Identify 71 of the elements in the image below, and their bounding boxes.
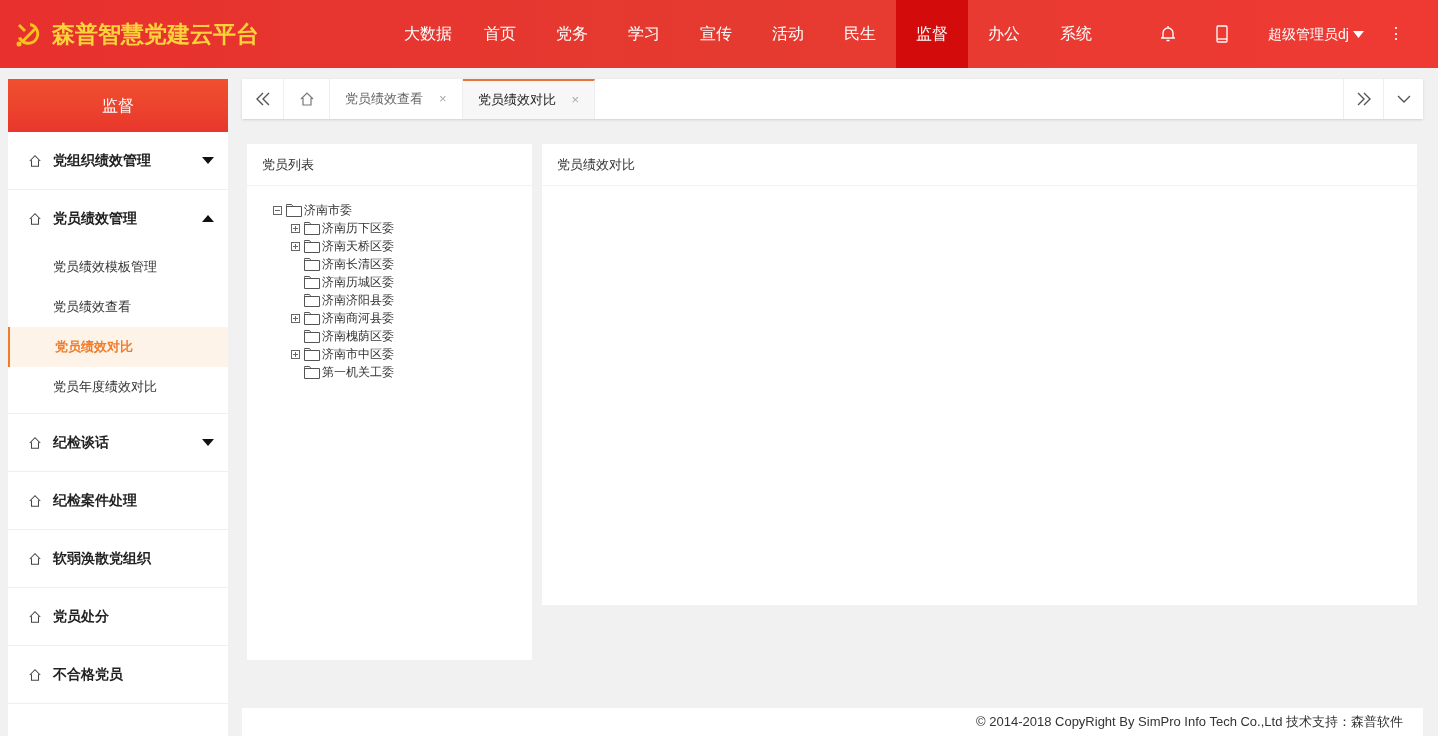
panel-title: 党员绩效对比 [542,144,1417,186]
nav-tab[interactable]: 大数据 [392,0,464,68]
menu-group[interactable]: 党员绩效管理 [8,190,228,247]
submenu-item[interactable]: 党员绩效模板管理 [8,247,228,287]
expand-icon[interactable] [291,223,300,233]
home-icon [28,609,42,624]
menu-group[interactable]: 纪检谈话 [8,414,228,471]
folder-icon [304,293,320,307]
tree-node-label[interactable]: 济南市委 [304,201,352,219]
expand-icon[interactable] [291,349,300,359]
folder-icon [304,365,320,379]
chevron-down-icon [1396,95,1411,103]
more-button[interactable]: ⋮ [1387,22,1404,46]
nav-tab[interactable]: 民生 [824,0,896,68]
folder-icon [304,221,320,235]
tree-node-label[interactable]: 济南历下区委 [322,219,394,237]
tab-label: 党员绩效查看 [345,90,423,109]
page-tab[interactable]: 党员绩效对比 × [462,79,596,119]
menu-group[interactable]: 纪检案件处理 [8,472,228,529]
folder-icon [304,275,320,289]
copyright-text: © 2014-2018 CopyRight By SimPro Info Tech Co.,Ltd 技术支持：森普软件 [976,713,1403,732]
user-menu[interactable]: 超级管理员dj [1268,23,1364,45]
double-left-icon [255,92,270,106]
tree-node-label[interactable]: 第一机关工委 [322,363,394,381]
panel-title: 党员列表 [247,144,532,186]
app-title: 森普智慧党建云平台 [52,19,259,49]
tree-node-label[interactable]: 济南济阳县委 [322,291,394,309]
nav-tab[interactable]: 办公 [968,0,1040,68]
tree-node-label[interactable]: 济南槐荫区委 [322,327,394,345]
nav-tab[interactable]: 系统 [1040,0,1112,68]
tree-node-label[interactable]: 济南天桥区委 [322,237,394,255]
menu-group[interactable]: 软弱涣散党组织 [8,530,228,587]
tree-node-label[interactable]: 济南市中区委 [322,345,394,363]
home-icon [28,551,42,566]
nav-tab[interactable]: 活动 [752,0,824,68]
home-icon [28,211,42,226]
menu-group[interactable]: 党员处分 [8,588,228,645]
nav-tab[interactable]: 首页 [464,0,536,68]
nav-tab[interactable]: 宣传 [680,0,752,68]
menu-group[interactable]: 不合格党员 [8,646,228,703]
tree-node-label[interactable]: 济南历城区委 [322,273,394,291]
double-right-icon [1356,92,1371,106]
collapse-icon[interactable] [273,205,282,215]
folder-icon [304,239,320,253]
tree-node-label[interactable]: 济南商河县委 [322,309,394,327]
sidebar-title: 监督 [8,79,228,132]
caret-icon [1352,30,1364,38]
page-tab[interactable]: 党员绩效查看 × [330,79,463,119]
nav-tab[interactable]: 学习 [608,0,680,68]
home-icon [28,493,42,508]
home-icon [28,153,42,168]
home-icon [298,91,315,107]
submenu-item[interactable]: 党员绩效查看 [8,287,228,327]
submenu-item[interactable]: 党员年度绩效对比 [8,367,228,407]
emblem-icon [14,20,42,48]
expand-icon[interactable] [291,313,300,323]
home-icon [28,435,42,450]
folder-icon [304,257,320,271]
menu-group[interactable]: 党组织绩效管理 [8,132,228,189]
expand-icon[interactable] [291,241,300,251]
folder-icon [304,329,320,343]
folder-icon [304,347,320,361]
tree-node-label[interactable]: 济南长清区委 [322,255,394,273]
tab-label: 党员绩效对比 [477,91,556,110]
mobile-icon[interactable] [1216,25,1228,43]
folder-icon [286,203,302,217]
nav-tab[interactable]: 监督 [896,0,968,68]
folder-icon [304,311,320,325]
home-icon [28,667,42,682]
nav-tab[interactable]: 党务 [536,0,608,68]
bell-icon[interactable] [1160,25,1176,43]
